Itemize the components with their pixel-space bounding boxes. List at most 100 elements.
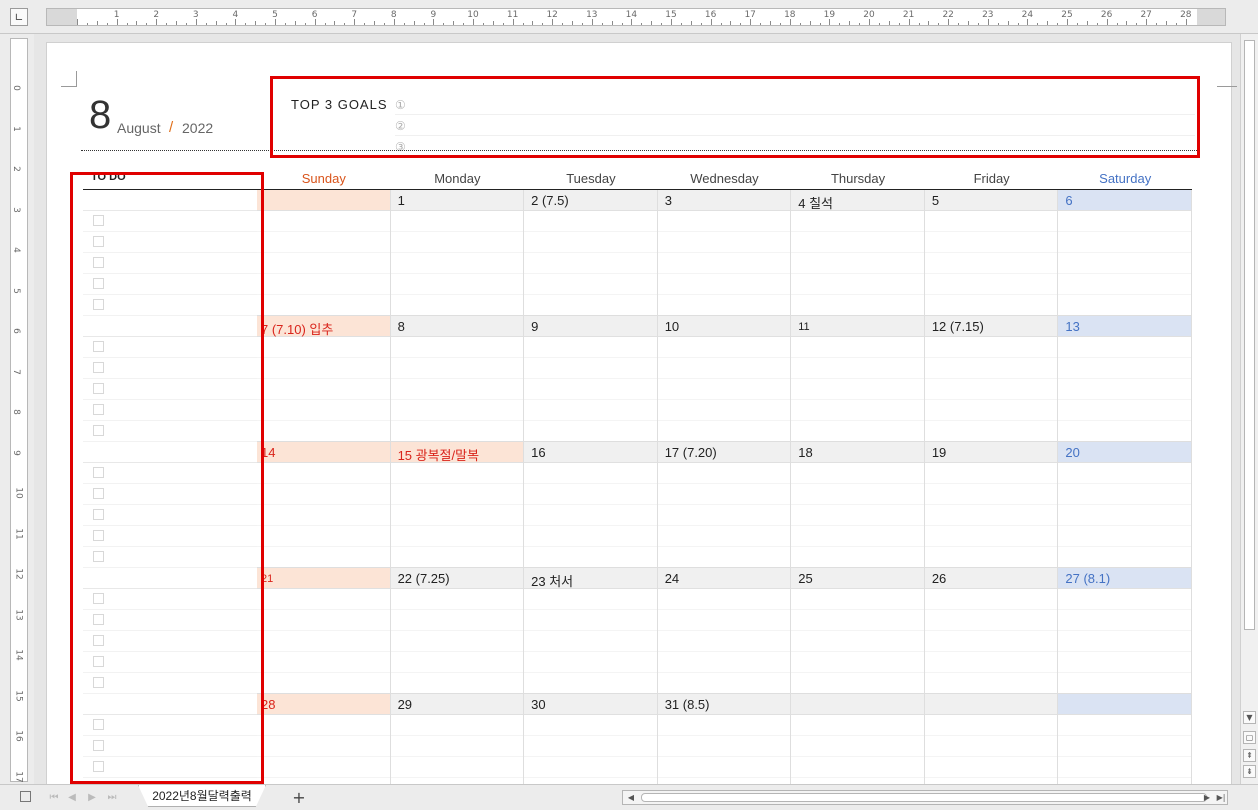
vertical-scrollbar[interactable]: ▼ ▢ ⇞ ⇟ bbox=[1240, 34, 1258, 784]
day-cell[interactable]: 13 bbox=[1058, 316, 1192, 442]
page-down-icon[interactable]: ⇟ bbox=[1243, 765, 1256, 778]
todo-item[interactable] bbox=[83, 757, 257, 778]
todo-item[interactable] bbox=[83, 337, 257, 358]
todo-item[interactable] bbox=[83, 232, 257, 253]
scroll-end-icon[interactable]: ▶| bbox=[1215, 792, 1227, 803]
day-cell[interactable]: 10 bbox=[657, 316, 792, 442]
todo-checkbox[interactable] bbox=[93, 236, 104, 247]
day-cell[interactable]: 4 칠석 bbox=[791, 190, 925, 316]
todo-checkbox[interactable] bbox=[93, 614, 104, 625]
day-cell[interactable]: 28 bbox=[257, 694, 391, 784]
todo-item[interactable] bbox=[83, 652, 257, 673]
sheet-tab-active[interactable]: 2022년8월달력출력 bbox=[138, 785, 266, 807]
todo-item[interactable] bbox=[83, 505, 257, 526]
day-cell[interactable]: 19 bbox=[924, 442, 1059, 568]
document-canvas[interactable]: 8 August / 2022 TOP 3 GOALS ① ② ③ TO DO bbox=[34, 34, 1240, 784]
todo-item[interactable] bbox=[83, 463, 257, 484]
todo-checkbox[interactable] bbox=[93, 593, 104, 604]
todo-item[interactable] bbox=[83, 631, 257, 652]
day-cell[interactable]: 17 (7.20) bbox=[657, 442, 792, 568]
todo-checkbox[interactable] bbox=[93, 362, 104, 373]
day-cell[interactable]: 7 (7.10) 입추 bbox=[257, 316, 391, 442]
todo-item[interactable] bbox=[83, 715, 257, 736]
todo-checkbox[interactable] bbox=[93, 551, 104, 562]
next-sheet-icon[interactable]: ▶ bbox=[86, 791, 98, 803]
day-cell[interactable]: 30 bbox=[524, 694, 658, 784]
todo-item[interactable] bbox=[83, 358, 257, 379]
day-cell[interactable]: 12 (7.15) bbox=[924, 316, 1059, 442]
todo-item[interactable] bbox=[83, 484, 257, 505]
scroll-right-icon[interactable]: ▶ bbox=[1201, 792, 1213, 803]
todo-checkbox[interactable] bbox=[93, 341, 104, 352]
todo-checkbox[interactable] bbox=[93, 656, 104, 667]
todo-checkbox[interactable] bbox=[93, 530, 104, 541]
todo-item[interactable] bbox=[83, 547, 257, 568]
first-sheet-icon[interactable]: ⏮ bbox=[48, 791, 60, 803]
add-sheet-button[interactable]: + bbox=[286, 787, 312, 807]
day-cell[interactable]: 31 (8.5) bbox=[657, 694, 792, 784]
todo-checkbox[interactable] bbox=[93, 299, 104, 310]
day-cell[interactable]: 6 bbox=[1058, 190, 1192, 316]
todo-checkbox[interactable] bbox=[93, 677, 104, 688]
todo-checkbox[interactable] bbox=[93, 425, 104, 436]
todo-checkbox[interactable] bbox=[93, 404, 104, 415]
day-cell[interactable]: 11 bbox=[791, 316, 925, 442]
todo-checkbox[interactable] bbox=[93, 383, 104, 394]
day-cell[interactable]: 24 bbox=[657, 568, 792, 694]
todo-item[interactable] bbox=[83, 379, 257, 400]
day-cell[interactable]: 9 bbox=[524, 316, 658, 442]
day-cell[interactable]: 1 bbox=[390, 190, 525, 316]
page-up-icon[interactable]: ⇞ bbox=[1243, 749, 1256, 762]
vertical-scroll-thumb[interactable] bbox=[1244, 40, 1255, 630]
goal-row[interactable]: ① bbox=[395, 95, 1195, 115]
todo-item[interactable] bbox=[83, 421, 257, 442]
todo-checkbox[interactable] bbox=[93, 215, 104, 226]
day-cell[interactable]: 5 bbox=[924, 190, 1059, 316]
ruler-strip[interactable]: 1 2 3 4 5 6 7 8 9 10 11 12 13 14 15 16 17 18 19 20 21 22 23 24 2… bbox=[46, 8, 1226, 26]
day-cell[interactable]: 15 광복절/말복 bbox=[390, 442, 525, 568]
todo-item[interactable] bbox=[83, 295, 257, 316]
horizontal-scroll-thumb[interactable] bbox=[641, 793, 1207, 802]
todo-item[interactable] bbox=[83, 610, 257, 631]
day-cell[interactable]: 16 bbox=[524, 442, 658, 568]
day-cell[interactable]: 27 (8.1) bbox=[1058, 568, 1192, 694]
goal-row[interactable]: ② bbox=[395, 116, 1195, 136]
todo-item[interactable] bbox=[83, 211, 257, 232]
todo-checkbox[interactable] bbox=[93, 488, 104, 499]
todo-item[interactable] bbox=[83, 673, 257, 694]
todo-checkbox[interactable] bbox=[93, 719, 104, 730]
todo-checkbox[interactable] bbox=[93, 740, 104, 751]
day-cell[interactable]: 29 bbox=[390, 694, 525, 784]
last-sheet-icon[interactable]: ⏭ bbox=[106, 791, 118, 803]
day-cell[interactable]: 14 bbox=[257, 442, 391, 568]
todo-item[interactable] bbox=[83, 274, 257, 295]
scroll-down-icon[interactable]: ▼ bbox=[1243, 711, 1256, 724]
todo-checkbox[interactable] bbox=[93, 467, 104, 478]
scroll-left-icon[interactable]: ◀ bbox=[625, 792, 637, 803]
todo-item[interactable] bbox=[83, 253, 257, 274]
sheet-view-icon[interactable] bbox=[20, 791, 31, 802]
day-cell[interactable]: 20 bbox=[1058, 442, 1192, 568]
day-cell[interactable]: 8 bbox=[390, 316, 525, 442]
day-cell[interactable]: 3 bbox=[657, 190, 792, 316]
day-cell[interactable] bbox=[924, 694, 1059, 784]
prev-sheet-icon[interactable]: ◀ bbox=[66, 791, 78, 803]
todo-item[interactable] bbox=[83, 400, 257, 421]
day-cell[interactable]: 2 (7.5) bbox=[524, 190, 658, 316]
todo-item[interactable] bbox=[83, 526, 257, 547]
todo-item[interactable] bbox=[83, 589, 257, 610]
day-cell[interactable]: 22 (7.25) bbox=[390, 568, 525, 694]
day-cell[interactable] bbox=[1058, 694, 1192, 784]
day-cell[interactable]: 25 bbox=[791, 568, 925, 694]
tab-stop-icon[interactable]: ∟ bbox=[10, 8, 28, 26]
day-cell[interactable]: 21 bbox=[257, 568, 391, 694]
page-view-icon[interactable]: ▢ bbox=[1243, 731, 1256, 744]
todo-checkbox[interactable] bbox=[93, 761, 104, 772]
horizontal-scrollbar[interactable]: ◀ ▶ ▶| bbox=[622, 790, 1228, 805]
day-cell[interactable]: 26 bbox=[924, 568, 1059, 694]
todo-checkbox[interactable] bbox=[93, 635, 104, 646]
todo-checkbox[interactable] bbox=[93, 509, 104, 520]
day-cell[interactable] bbox=[791, 694, 925, 784]
day-cell[interactable] bbox=[257, 190, 391, 316]
day-cell[interactable]: 23 처서 bbox=[524, 568, 658, 694]
